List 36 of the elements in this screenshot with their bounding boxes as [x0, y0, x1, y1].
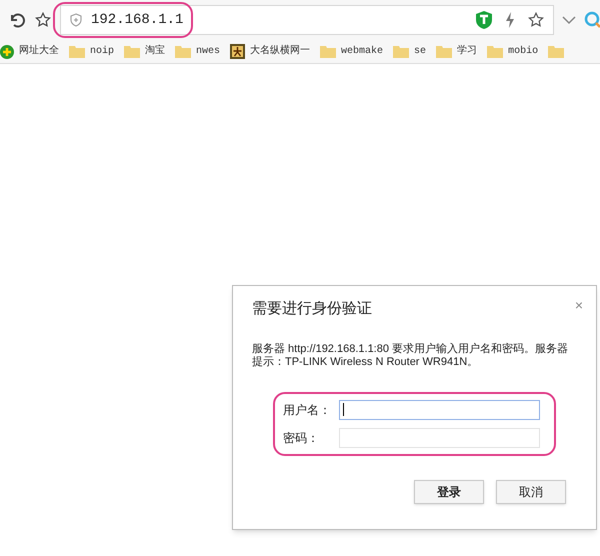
search-icon[interactable]: [584, 11, 600, 29]
bookmark-link[interactable]: 淘宝: [145, 44, 166, 59]
close-button[interactable]: ×: [574, 298, 583, 312]
folder-icon: [69, 45, 85, 58]
folder-icon: [393, 45, 410, 58]
chevron-down-icon[interactable]: [562, 15, 576, 25]
shield-icon[interactable]: [475, 10, 493, 30]
lightning-icon[interactable]: [505, 12, 515, 28]
login-button[interactable]: 登录: [414, 480, 484, 504]
cancel-button[interactable]: 取消: [496, 480, 566, 504]
bookmark-link[interactable]: 学习: [457, 44, 478, 59]
bookmark-link[interactable]: 大名纵横网一: [250, 44, 310, 59]
folder-icon: [436, 45, 452, 58]
square-icon: [230, 44, 246, 59]
bookmark-link[interactable]: mobio: [508, 44, 538, 59]
dialog-title: 需要进行身份验证: [252, 299, 372, 319]
field-label: 用户名：: [283, 402, 332, 418]
bookmark-link[interactable]: se: [414, 44, 426, 59]
folder-icon: [548, 45, 564, 58]
bookmark-link[interactable]: nwes: [196, 44, 220, 59]
star-icon[interactable]: [34, 11, 52, 29]
field-label: 密码：: [283, 430, 320, 446]
bookmark-link[interactable]: noip: [90, 44, 114, 59]
undo-icon[interactable]: [8, 11, 26, 29]
folder-icon: [320, 45, 336, 58]
bookmark-link[interactable]: webmake: [341, 44, 384, 59]
folder-icon: [175, 45, 192, 58]
plus-icon: [0, 44, 14, 58]
folder-icon: [487, 45, 504, 58]
address-text: 192.168.1.1: [91, 10, 184, 30]
folder-icon: [124, 45, 140, 58]
input-field[interactable]: [339, 400, 540, 420]
bookmark-link[interactable]: 网址大全: [19, 44, 59, 59]
dialog-message: 服务器 http://192.168.1.1:80 要求用户输入用户名和密码。服务器提示：TP-LINK Wireless N Router WR941N。: [252, 342, 570, 368]
star-icon[interactable]: [527, 11, 545, 29]
shield-icon: [69, 13, 83, 27]
